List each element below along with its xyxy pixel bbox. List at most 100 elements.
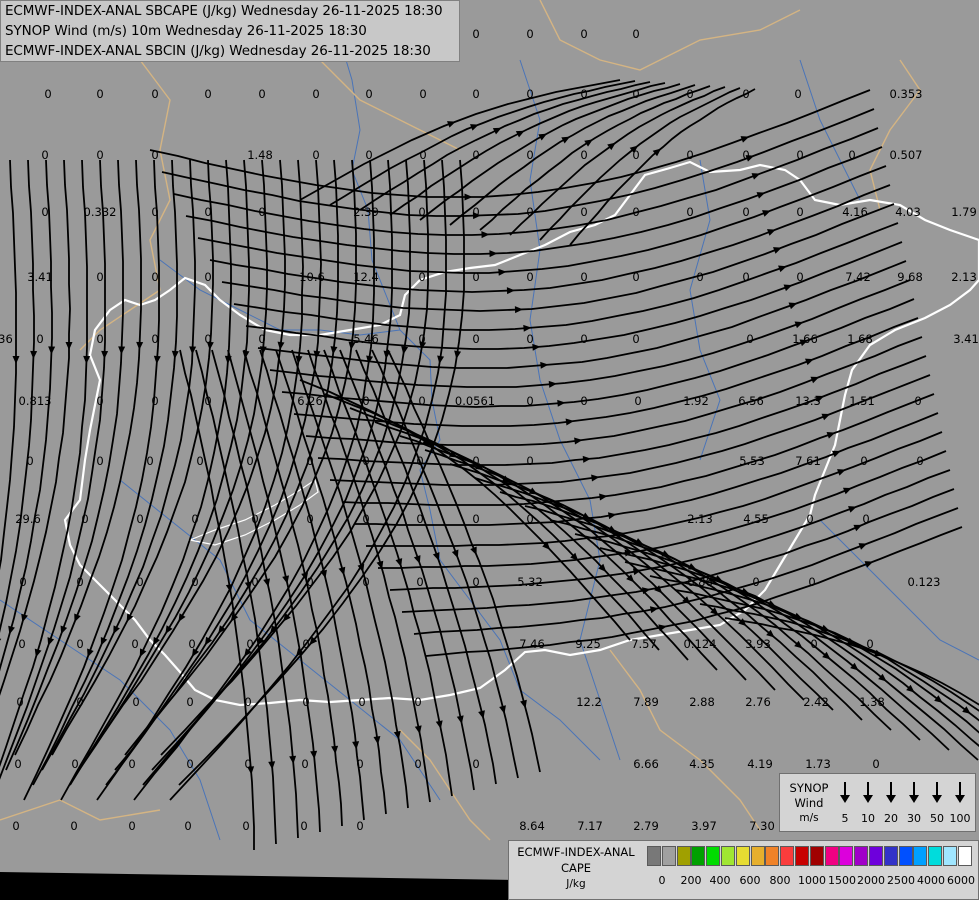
cape-value-label: 5.53 [739, 454, 765, 468]
cape-value-label: 0 [251, 575, 258, 589]
cape-value-label: 0 [472, 205, 479, 219]
cape-value-label: 0 [151, 394, 158, 408]
cape-value-label: 0 [131, 637, 138, 651]
map-canvas[interactable]: 0 0 0 0 0 0 0 0 0 0 0 0 0 0 0 0 0 0 0 0 0 0 0 0 0 0 0.353 0 0 0 1.48 0 0… [0, 0, 979, 900]
cape-value-label: 0 [184, 819, 191, 833]
cape-value-label: 0 [808, 575, 815, 589]
cape-value-label: 0 [244, 695, 251, 709]
cape-value-label: 0 [414, 695, 421, 709]
cape-value-label: 0 [418, 332, 425, 346]
cape-value-label: 1.68 [847, 332, 873, 346]
cape-value-label: 0 [742, 205, 749, 219]
cape-color-swatch [676, 846, 691, 866]
cape-value-label: 0 [419, 87, 426, 101]
wind-arrow-icon [949, 780, 971, 804]
cape-value-label: 7.30 [749, 819, 775, 833]
cape-value-label: 0 [472, 575, 479, 589]
cape-value-label: 0 [246, 637, 253, 651]
cape-value-label: 29.6 [15, 512, 41, 526]
synop-legend-title-line: Wind [794, 796, 824, 810]
cape-color-legend: ECMWF-INDEX-ANAL CAPE J/kg 0 200 400 600 800… [508, 840, 979, 900]
cape-value-label: 0 [362, 512, 369, 526]
cape-value-label: 1.48 [247, 148, 273, 162]
cape-value-label: 0 [860, 454, 867, 468]
cape-value-label: 0.332 [84, 205, 117, 219]
cape-value-label: 7.42 [845, 270, 871, 284]
cape-value-label: 0 [806, 512, 813, 526]
cape-value-label: 0 [188, 637, 195, 651]
cape-value-label: 0 [472, 454, 479, 468]
cape-value-label: 0 [696, 270, 703, 284]
cape-value-label: 0 [356, 819, 363, 833]
cape-value-label: 0 [362, 454, 369, 468]
cape-value-label: 3.41 [27, 270, 53, 284]
cape-color-swatch [869, 846, 883, 866]
cape-value-label: 3.93 [745, 637, 771, 651]
cape-value-label: 0 [632, 87, 639, 101]
wind-arrow-icon [926, 780, 948, 804]
cape-value-label: 0 [204, 270, 211, 284]
cape-value-label: 1.66 [792, 332, 818, 346]
cape-value-label: 0 [71, 757, 78, 771]
cape-value-label: 0 [365, 148, 372, 162]
cape-value-label: 3.36 [0, 332, 13, 346]
cape-value-label: 0 [526, 148, 533, 162]
cape-value-label: 2.76 [745, 695, 771, 709]
cape-legend-title-line: ECMWF-INDEX-ANAL [517, 845, 635, 859]
cape-value-label: 0 [526, 332, 533, 346]
cape-value-label: 2.13 [951, 270, 977, 284]
cape-value-label: 0 [136, 575, 143, 589]
map-view[interactable]: 0 0 0 0 0 0 0 0 0 0 0 0 0 0 0 0 0 0 0 0 0 0 0 0 0 0 0.353 0 0 0 1.48 0 0… [0, 0, 979, 900]
cape-value-label: 0 [151, 332, 158, 346]
cape-value-label: 0 [742, 148, 749, 162]
cape-color-swatch [691, 846, 706, 866]
cape-legend-title: ECMWF-INDEX-ANAL CAPE J/kg [509, 844, 643, 892]
cape-value-label: 0 [526, 270, 533, 284]
cape-value-label: 2.88 [689, 695, 715, 709]
cape-value-label: 9.25 [575, 637, 601, 651]
cape-value-label: 8.64 [519, 819, 545, 833]
cape-value-label: 13.3 [795, 394, 821, 408]
cape-value-label: 4.35 [689, 757, 715, 771]
cape-value-label: 0 [302, 637, 309, 651]
cape-color-swatch [824, 846, 839, 866]
cape-value-label: 0 [300, 819, 307, 833]
cape-value-label: 3.41 [953, 332, 979, 346]
cape-value-label: 0.123 [908, 575, 941, 589]
cape-value-label: 12.4 [353, 270, 379, 284]
cape-value-label: 0 [14, 757, 21, 771]
cape-value-label: 0 [526, 454, 533, 468]
cape-legend-title-line: CAPE [560, 861, 592, 875]
synop-legend-title: SYNOP Wind m/s [786, 781, 832, 826]
cape-value-label: 0 [526, 394, 533, 408]
cape-value-label: 0 [742, 87, 749, 101]
cape-legend-title-line: J/kg [566, 878, 586, 890]
cape-value-label: 0 [96, 454, 103, 468]
cape-value-label: 0 [419, 148, 426, 162]
cape-value-label: 0 [76, 575, 83, 589]
cape-value-label: 0 [196, 454, 203, 468]
cape-value-label: 4.55 [743, 512, 769, 526]
cape-value-label: 0 [128, 757, 135, 771]
cape-value-label: 4.16 [842, 205, 868, 219]
cape-value-label: 0 [686, 148, 693, 162]
cape-color-swatch [735, 846, 750, 866]
cape-value-label: 0 [796, 205, 803, 219]
wind-speed-label: 30 [907, 812, 921, 825]
cape-value-label: 1.38 [859, 695, 885, 709]
cape-value-label: 0 [204, 394, 211, 408]
cape-value-label: 6.26 [297, 394, 323, 408]
synop-wind-legend: SYNOP Wind m/s 5 10 20 30 50 100 [779, 773, 976, 832]
cape-value-label: 0 [686, 205, 693, 219]
cape-value-label: 0 [96, 332, 103, 346]
cape-value-label: 0 [794, 87, 801, 101]
cape-value-label: 0 [526, 205, 533, 219]
cape-color-swatch [795, 846, 809, 866]
cape-value-label: 0 [580, 205, 587, 219]
cape-value-label: 7.46 [519, 637, 545, 651]
cape-value-label: 0 [151, 87, 158, 101]
cape-value-label: 0 [128, 819, 135, 833]
cape-value-label: 0.813 [19, 394, 52, 408]
cape-value-label: 0 [416, 575, 423, 589]
cape-value-label: 0.124 [684, 637, 717, 651]
